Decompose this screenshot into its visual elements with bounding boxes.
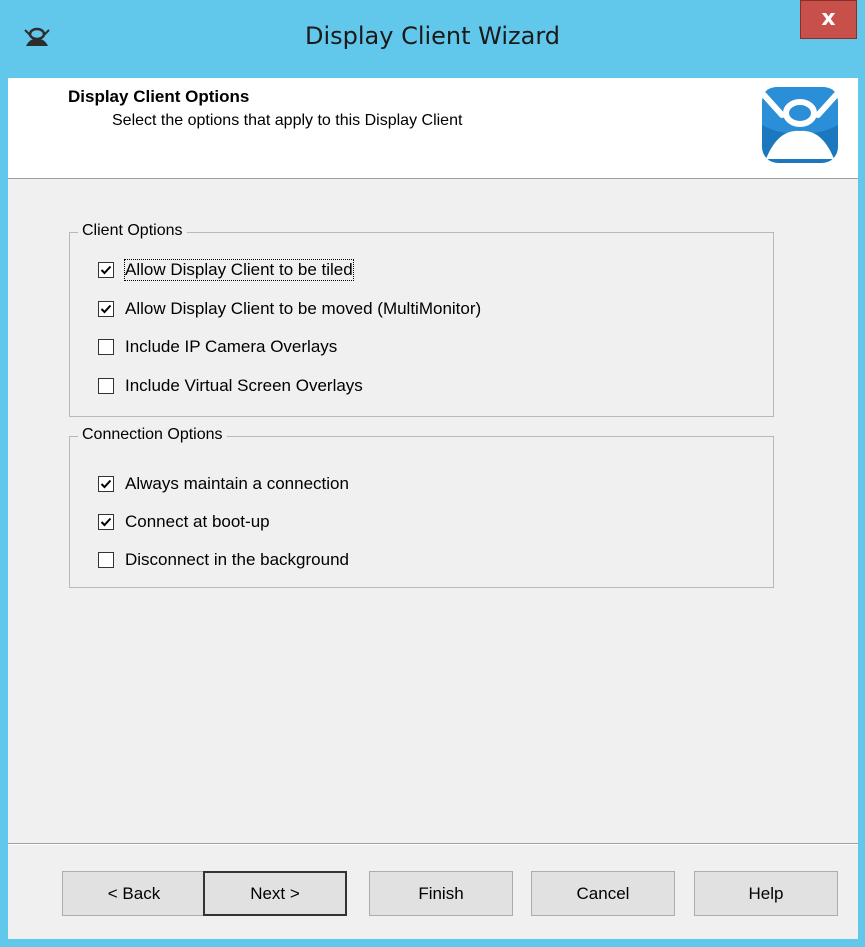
client-options-legend: Client Options — [78, 222, 187, 240]
checkbox-box[interactable] — [98, 339, 114, 355]
wizard-body: Display Client Options Select the option… — [8, 78, 858, 939]
connection-options-legend: Connection Options — [78, 426, 227, 444]
checkbox-label: Always maintain a connection — [125, 474, 349, 493]
cancel-button[interactable]: Cancel — [531, 871, 675, 916]
wizard-header: Display Client Options Select the option… — [8, 78, 858, 179]
checkbox-box[interactable] — [98, 378, 114, 394]
checkbox-box[interactable] — [98, 301, 114, 317]
thinmanager-logo — [761, 87, 839, 163]
checkbox-label: Allow Display Client to be moved (MultiM… — [125, 299, 482, 318]
page-title: Display Client Options — [68, 87, 250, 106]
checkbox-box[interactable] — [98, 476, 114, 492]
checkbox-ip-camera-overlays[interactable]: Include IP Camera Overlays — [98, 336, 337, 358]
checkbox-connect-at-boot[interactable]: Connect at boot-up — [98, 511, 270, 533]
checkbox-always-maintain-connection[interactable]: Always maintain a connection — [98, 473, 349, 495]
window-title: Display Client Wizard — [304, 22, 561, 50]
checkbox-label: Include Virtual Screen Overlays — [125, 376, 363, 395]
finish-button[interactable]: Finish — [369, 871, 513, 916]
page-subtitle: Select the options that apply to this Di… — [112, 112, 463, 129]
checkmark-icon — [100, 517, 112, 527]
checkbox-box[interactable] — [98, 514, 114, 530]
help-button[interactable]: Help — [694, 871, 838, 916]
connection-options-group: Connection Options Always maintain a con… — [69, 426, 774, 588]
title-bar[interactable]: Display Client Wizard x — [0, 0, 865, 78]
checkbox-allow-moved[interactable]: Allow Display Client to be moved (MultiM… — [98, 298, 481, 320]
close-button[interactable]: x — [800, 0, 857, 39]
checkbox-virtual-screen-overlays[interactable]: Include Virtual Screen Overlays — [98, 375, 363, 397]
checkbox-box[interactable] — [98, 262, 114, 278]
checkmark-icon — [100, 265, 112, 275]
checkbox-label: Disconnect in the background — [125, 550, 349, 569]
checkmark-icon — [100, 479, 112, 489]
footer-separator — [8, 843, 858, 845]
checkbox-disconnect-background[interactable]: Disconnect in the background — [98, 549, 349, 571]
checkbox-label: Connect at boot-up — [125, 512, 270, 531]
checkbox-label: Include IP Camera Overlays — [125, 337, 338, 356]
checkmark-icon — [100, 304, 112, 314]
wizard-window: Display Client Wizard x Display Client O… — [0, 0, 865, 947]
checkbox-box[interactable] — [98, 552, 114, 568]
back-button[interactable]: < Back — [62, 871, 206, 916]
next-button[interactable]: Next > — [203, 871, 347, 916]
checkbox-allow-tiled[interactable]: Allow Display Client to be tiled — [98, 259, 354, 281]
checkbox-label: Allow Display Client to be tiled — [124, 259, 354, 281]
client-options-group: Client Options Allow Display Client to b… — [69, 222, 774, 417]
